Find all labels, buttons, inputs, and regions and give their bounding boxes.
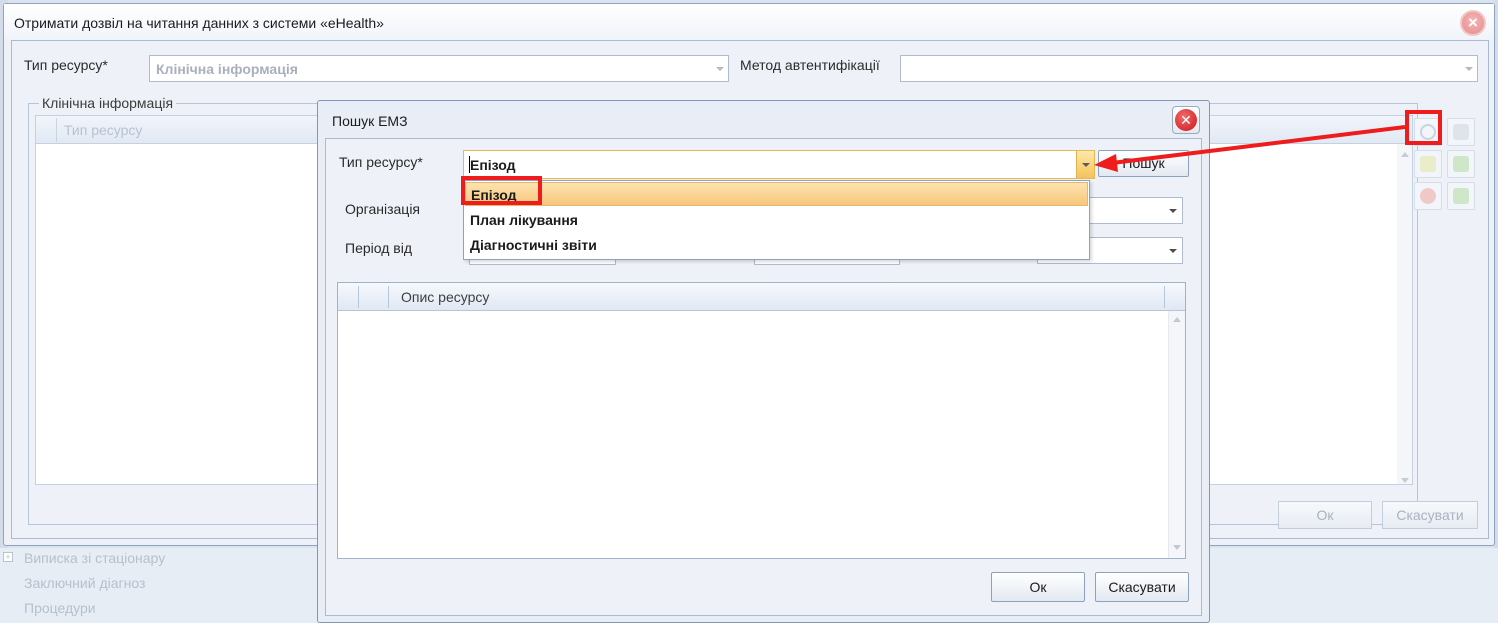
cancel-button[interactable]: Скасувати	[1382, 501, 1478, 529]
settings-button[interactable]	[1447, 118, 1475, 146]
grid-header: Опис ресурсу	[338, 283, 1185, 311]
chevron-down-icon[interactable]	[716, 67, 724, 71]
organization-select[interactable]	[1086, 197, 1183, 224]
close-icon[interactable]: ×	[1460, 10, 1486, 36]
refresh-button[interactable]	[1447, 150, 1475, 178]
column-header-resource-type[interactable]: Тип ресурсу	[64, 122, 142, 138]
scroll-down-icon[interactable]	[1401, 478, 1409, 483]
ok-button[interactable]: Ок	[1278, 501, 1372, 529]
dropdown-option-diagnostic-reports[interactable]: Діагностичні звіти	[465, 233, 1088, 257]
column-separator	[388, 286, 389, 308]
column-separator	[1164, 286, 1165, 308]
auth-method-label: Метод автентифікації	[740, 57, 880, 73]
scroll-up-icon[interactable]	[1401, 152, 1409, 157]
expand-icon[interactable]: +	[3, 552, 13, 562]
chevron-down-icon[interactable]	[1465, 67, 1473, 71]
close-button[interactable]: ✕	[1172, 106, 1200, 134]
highlight-box-episode	[461, 176, 542, 205]
group-title: Клінічна інформація	[39, 95, 177, 111]
chevron-down-icon[interactable]	[1169, 209, 1177, 213]
resource-type-select[interactable]: Клінічна інформація	[149, 55, 729, 82]
add-button[interactable]	[1414, 150, 1442, 178]
wrench-icon	[1453, 124, 1469, 140]
chevron-down-icon[interactable]	[1169, 249, 1177, 253]
auth-method-select[interactable]	[900, 55, 1478, 82]
resource-type-value: Епізод	[470, 157, 516, 173]
tree-item[interactable]: Виписка зі стаціонару	[24, 550, 165, 566]
dropdown-option-treatment-plan[interactable]: План лікування	[465, 208, 1088, 232]
organization-label: Організація	[345, 201, 421, 217]
flag-button[interactable]	[1447, 182, 1475, 210]
vertical-scrollbar[interactable]	[1168, 311, 1185, 558]
scroll-up-icon[interactable]	[1173, 317, 1181, 322]
modal-title: Пошук ЕМЗ	[332, 113, 408, 129]
dropdown-button[interactable]	[1076, 151, 1094, 178]
delete-icon	[1420, 188, 1436, 204]
resource-type-dropdown-list: Епізод План лікування Діагностичні звіти	[463, 180, 1090, 260]
dialog-title: Отримати дозвіл на читання данних з сист…	[14, 15, 384, 31]
column-separator	[358, 286, 359, 308]
resource-type-label: Тип ресурсу*	[339, 154, 423, 170]
column-header-description[interactable]: Опис ресурсу	[401, 289, 489, 305]
add-icon	[1420, 156, 1436, 172]
resource-type-select[interactable]: Епізод	[463, 150, 1095, 179]
cancel-button[interactable]: Скасувати	[1095, 572, 1189, 602]
tree-item[interactable]: Заключний діагноз	[24, 575, 145, 591]
period-from-label: Період від	[345, 240, 412, 256]
dialog-title-bar: Отримати дозвіл на читання данних з сист…	[4, 4, 1494, 40]
delete-button[interactable]	[1414, 182, 1442, 210]
ok-button[interactable]: Ок	[991, 572, 1085, 602]
refresh-icon	[1453, 156, 1469, 172]
tree-item[interactable]: Процедури	[24, 600, 96, 616]
dropdown-option-episode[interactable]: Епізод	[465, 182, 1088, 206]
vertical-scrollbar[interactable]	[1397, 144, 1412, 484]
resource-grid[interactable]: Опис ресурсу	[337, 282, 1186, 559]
search-button[interactable]: Пошук	[1098, 150, 1189, 177]
scroll-down-icon[interactable]	[1173, 545, 1181, 550]
close-icon: ✕	[1175, 109, 1197, 131]
search-emz-dialog: Пошук ЕМЗ ✕ Тип ресурсу* Епізод Пошук Ор…	[317, 100, 1210, 623]
highlight-box-search-button	[1405, 110, 1442, 145]
chevron-down-icon	[1082, 163, 1090, 167]
flag-icon	[1453, 188, 1469, 204]
resource-type-label: Тип ресурсу*	[24, 57, 108, 73]
resource-type-value: Клінічна інформація	[156, 61, 298, 77]
column-separator	[56, 118, 57, 142]
